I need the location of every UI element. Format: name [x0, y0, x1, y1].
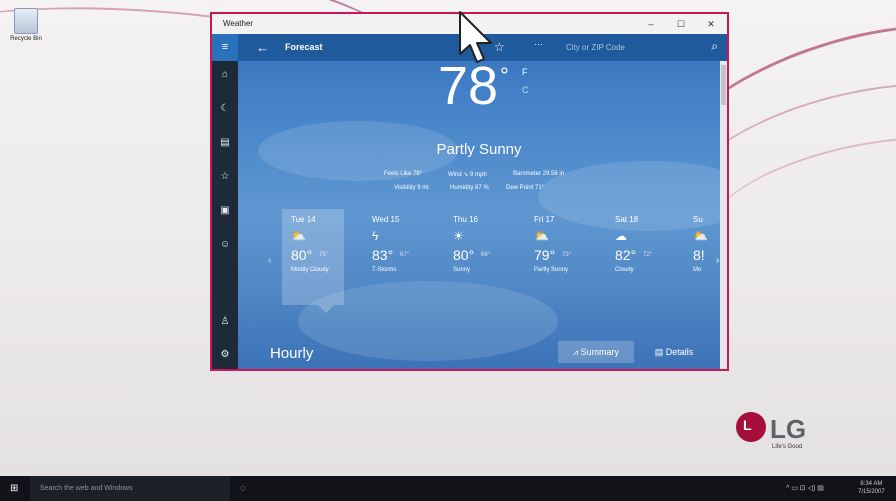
- mouse-cursor-icon: [459, 11, 492, 63]
- forecast-day[interactable]: Sat 18 ☁ 82° 72° Cloudy: [606, 209, 668, 305]
- partly-sunny-icon: ⛅: [693, 229, 708, 243]
- day-high: 79°: [534, 247, 556, 263]
- news-icon[interactable]: ▣: [212, 205, 238, 216]
- more-options-button[interactable]: ···: [534, 39, 543, 49]
- day-name: Fri 17: [534, 215, 555, 224]
- unit-fahrenheit[interactable]: F: [522, 67, 528, 77]
- list-icon: ▤: [654, 347, 666, 357]
- forecast-day[interactable]: Thu 16 ☀ 80° 68° Sunny: [444, 209, 506, 305]
- hourly-heading: Hourly: [270, 345, 314, 362]
- hourly-divider: [270, 369, 710, 370]
- lg-tagline: Life's Good: [772, 444, 803, 450]
- day-name: Thu 16: [453, 215, 478, 224]
- day-condition: Mo: [693, 267, 702, 273]
- forecast-day[interactable]: Su ⛅ 8! Mo: [684, 209, 720, 305]
- visibility: Visibility 9 mi: [394, 185, 429, 191]
- day-condition: Sunny: [453, 267, 471, 273]
- day-low: 73°: [562, 252, 572, 258]
- search-icon[interactable]: ⌕: [711, 39, 718, 54]
- cloudy-icon: ☁: [615, 229, 627, 243]
- summary-label: Summary: [580, 347, 620, 357]
- forecast-day[interactable]: Wed 15 ϟ 83° 67° T-Storms: [363, 209, 425, 305]
- summary-button[interactable]: ⩘ Summary: [558, 341, 634, 363]
- day-condition: Mostly Cloudy: [291, 267, 329, 273]
- day-low: 72°: [643, 252, 653, 258]
- nav-rail: ⌂ ☾ ▤ ☆ ▣ ☺ ♙ ⚙: [212, 61, 238, 369]
- chart-icon: ⩘: [572, 347, 581, 357]
- partly-sunny-icon: ⛅: [534, 229, 549, 243]
- search-box[interactable]: City or ZIP Code ⌕: [558, 38, 718, 57]
- windows-start-icon[interactable]: ⊞: [10, 483, 18, 494]
- humidity: Humidity 87 %: [450, 185, 489, 191]
- day-low: 75°: [319, 252, 329, 258]
- close-button[interactable]: ✕: [696, 14, 726, 34]
- home-icon[interactable]: ⌂: [212, 69, 238, 80]
- barometer: Barometer 29.56 in: [513, 171, 565, 177]
- search-input[interactable]: City or ZIP Code: [566, 43, 625, 52]
- back-arrow-icon[interactable]: ←: [256, 34, 269, 61]
- day-high: 8!: [693, 247, 705, 263]
- maximize-button[interactable]: ☐: [666, 14, 696, 34]
- clock[interactable]: 8:34 AM 7/15/2007: [858, 480, 885, 496]
- dew-point: Dew Point 71°: [506, 185, 545, 191]
- system-tray[interactable]: ^ ▭ ⊡ ◁) ▤: [786, 484, 824, 492]
- day-high: 80°: [291, 247, 313, 263]
- day-condition: Cloudy: [615, 267, 634, 273]
- day-high: 82°: [615, 247, 637, 263]
- taskbar-search[interactable]: Search the web and Windows: [30, 476, 230, 501]
- task-view-icon[interactable]: ◌: [240, 483, 246, 494]
- favorites-icon[interactable]: ☆: [212, 171, 238, 182]
- unit-celsius[interactable]: C: [522, 85, 529, 95]
- scrollbar[interactable]: [720, 61, 727, 369]
- day-condition: Partly Sunny: [534, 267, 569, 273]
- current-condition: Partly Sunny: [436, 141, 522, 158]
- recycle-bin-icon: [14, 8, 38, 34]
- lg-logo-icon: L: [736, 412, 766, 442]
- page-title: Forecast: [285, 42, 323, 52]
- day-name: Sat 18: [615, 215, 639, 224]
- minimize-button[interactable]: –: [636, 14, 666, 34]
- partly-cloudy-icon: ⛅: [291, 229, 306, 243]
- taskbar-search-input[interactable]: Search the web and Windows: [40, 485, 133, 492]
- moon-icon[interactable]: ☾: [212, 103, 238, 114]
- settings-icon[interactable]: ⚙: [212, 349, 238, 360]
- feels-like: Feels Like 78°: [384, 171, 423, 177]
- account-icon[interactable]: ♙: [212, 316, 238, 327]
- sunny-icon: ☀: [453, 229, 464, 243]
- forecast-day[interactable]: Tue 14 ⛅ 80° 75° Mostly Cloudy: [282, 209, 344, 305]
- smiley-icon[interactable]: ☺: [212, 239, 238, 250]
- recycle-bin-shortcut[interactable]: Recycle Bin: [6, 8, 46, 42]
- day-low: 67°: [400, 252, 410, 258]
- window-title: Weather: [223, 19, 254, 28]
- lg-brand-name: LG: [770, 414, 807, 444]
- current-temperature: 78: [438, 61, 499, 116]
- scroll-left-icon[interactable]: ‹: [268, 255, 271, 266]
- clock-time: 8:34 AM: [860, 481, 883, 487]
- day-name: Wed 15: [372, 215, 400, 224]
- day-name: Su: [693, 215, 703, 224]
- day-high: 83°: [372, 247, 394, 263]
- selected-day-caret: [318, 305, 334, 313]
- taskbar: ⊞ Search the web and Windows ◌ ^ ▭ ⊡ ◁) …: [0, 476, 896, 501]
- day-name: Tue 14: [291, 215, 316, 224]
- maps-icon[interactable]: ▤: [212, 137, 238, 148]
- clock-date: 7/15/2007: [858, 489, 885, 495]
- recycle-bin-label: Recycle Bin: [10, 36, 42, 42]
- day-high: 80°: [453, 247, 475, 263]
- scroll-right-icon[interactable]: ›: [716, 255, 719, 266]
- wind: Wind ➘ 9 mph: [448, 172, 487, 178]
- forecast-day[interactable]: Fri 17 ⛅ 79° 73° Partly Sunny: [525, 209, 587, 305]
- hamburger-icon[interactable]: ≡: [212, 34, 238, 61]
- day-low: 68°: [481, 252, 491, 258]
- scrollbar-thumb[interactable]: [721, 65, 726, 105]
- degree-symbol: °: [500, 63, 509, 88]
- details-button[interactable]: ▤ Details: [642, 341, 706, 363]
- day-condition: T-Storms: [372, 267, 397, 273]
- details-label: Details: [665, 347, 694, 357]
- forecast-content: 78 ° F C Partly Sunny Feels Like 78° Win…: [238, 61, 720, 370]
- thunderstorm-icon: ϟ: [372, 229, 379, 243]
